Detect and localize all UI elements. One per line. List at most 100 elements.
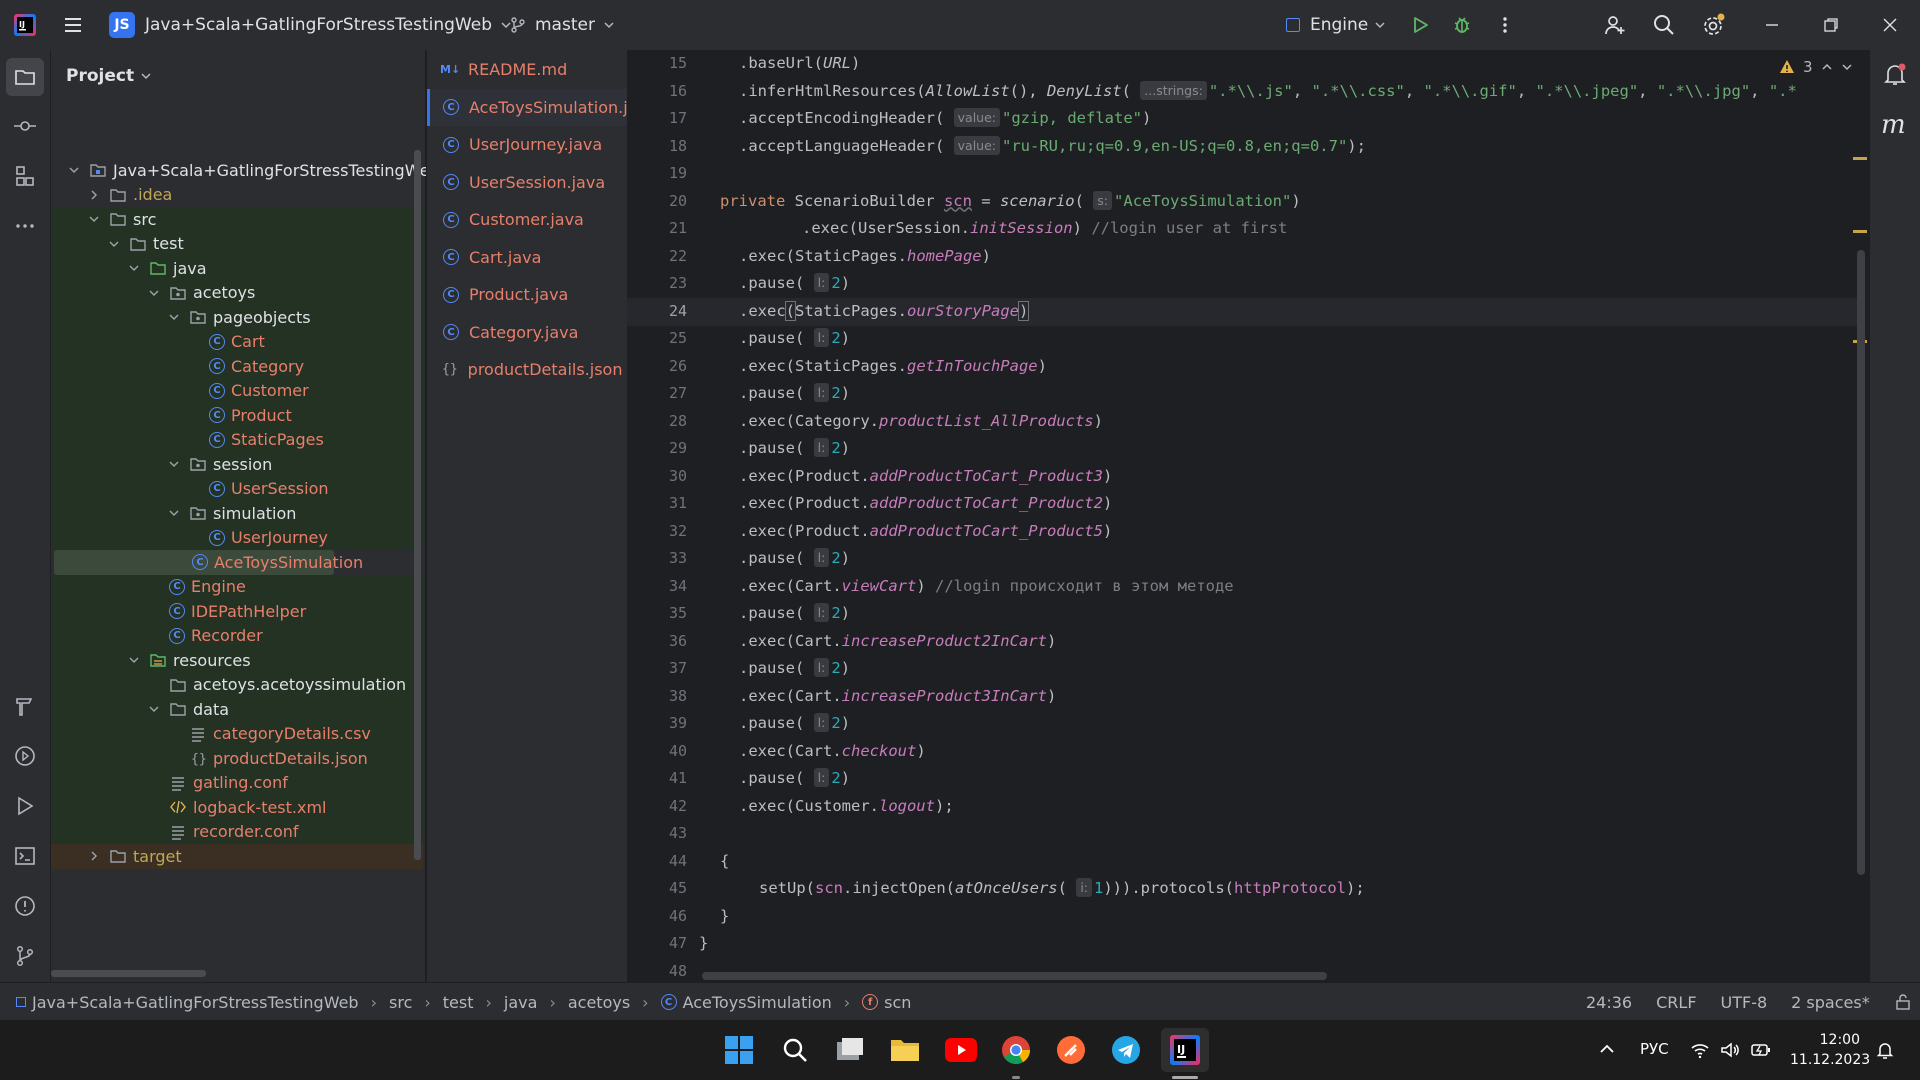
editor-vertical-scrollbar[interactable] xyxy=(1857,250,1865,875)
line-number[interactable]: 41 xyxy=(627,765,687,793)
tree-item-category[interactable]: C Category xyxy=(51,354,423,379)
add-user-button[interactable] xyxy=(1603,0,1627,50)
run-tool-icon[interactable] xyxy=(13,794,37,818)
chevron-down-icon[interactable] xyxy=(107,237,121,251)
tab-product-java[interactable]: C Product.java xyxy=(427,276,627,313)
task-view-icon[interactable] xyxy=(830,1030,870,1070)
system-tray[interactable] xyxy=(1690,1040,1772,1060)
line-number[interactable]: 31 xyxy=(627,490,687,518)
chevron-down-icon[interactable] xyxy=(127,261,141,275)
line-number[interactable]: 24 xyxy=(627,298,687,326)
tree-item-idepathhelper[interactable]: C IDEPathHelper xyxy=(51,599,423,624)
line-number[interactable]: 28 xyxy=(627,408,687,436)
git-icon[interactable] xyxy=(13,944,37,968)
warning-stripe-mark[interactable] xyxy=(1853,157,1867,160)
input-language[interactable]: РУС xyxy=(1640,1040,1669,1058)
terminal-icon[interactable] xyxy=(13,844,37,868)
chevron-down-icon[interactable] xyxy=(1841,61,1853,73)
notifications-bell-icon[interactable] xyxy=(1882,62,1908,88)
line-number[interactable]: 34 xyxy=(627,573,687,601)
line-number[interactable]: 42 xyxy=(627,793,687,821)
main-menu-icon[interactable] xyxy=(62,0,84,50)
chevron-down-icon[interactable] xyxy=(167,506,181,520)
line-number[interactable]: 17 xyxy=(627,105,687,133)
chevron-down-icon[interactable] xyxy=(167,457,181,471)
breadcrumb-item[interactable]: f scn xyxy=(862,993,911,1012)
debug-button[interactable] xyxy=(1451,0,1473,50)
breadcrumb-item[interactable]: C AceToysSimulation xyxy=(660,993,832,1012)
line-number[interactable]: 36 xyxy=(627,628,687,656)
project-panel-header[interactable]: Project xyxy=(66,66,152,86)
tree-item-resources[interactable]: resources xyxy=(51,648,423,673)
build-hammer-icon[interactable] xyxy=(13,694,37,718)
line-number[interactable]: 43 xyxy=(627,820,687,848)
tree-item-acetoys[interactable]: acetoys xyxy=(51,280,423,305)
file-explorer-icon[interactable] xyxy=(885,1030,925,1070)
minimize-button[interactable] xyxy=(1763,0,1781,50)
intellij-taskbar-icon[interactable]: IJ xyxy=(1161,1028,1209,1072)
line-ending[interactable]: CRLF xyxy=(1656,993,1696,1012)
warning-stripe-mark[interactable] xyxy=(1853,230,1867,233)
tab-cart-java[interactable]: C Cart.java xyxy=(427,239,627,276)
line-number[interactable]: 18 xyxy=(627,133,687,161)
caret-position[interactable]: 24:36 xyxy=(1586,993,1632,1012)
file-encoding[interactable]: UTF-8 xyxy=(1721,993,1768,1012)
tree-item-userjourney[interactable]: C UserJourney xyxy=(51,525,423,550)
tab-usersession-java[interactable]: C UserSession.java xyxy=(427,164,627,201)
tree-item-product[interactable]: C Product xyxy=(51,403,423,428)
chevron-right-icon[interactable] xyxy=(87,188,101,202)
run-config-selector[interactable]: Engine xyxy=(1286,0,1386,50)
postman-icon[interactable] xyxy=(1051,1030,1091,1070)
tab-category-java[interactable]: C Category.java xyxy=(427,314,627,351)
tree-item-session[interactable]: session xyxy=(51,452,423,477)
branch-switcher[interactable]: master xyxy=(509,0,615,50)
tree-item-pageobjects[interactable]: pageobjects xyxy=(51,305,423,330)
tree-item-acetoys-acetoyssimulation[interactable]: acetoys.acetoyssimulation xyxy=(51,672,423,697)
chevron-down-icon[interactable] xyxy=(127,653,141,667)
tab-userjourney-java[interactable]: C UserJourney.java xyxy=(427,126,627,163)
project-tool-button[interactable] xyxy=(6,58,44,96)
tab-acetoyssimulation-java[interactable]: C AceToysSimulation.java xyxy=(427,88,630,126)
code-editor[interactable]: 15 16 17 18 19 20 21 22 23 24 25 26 27 28 29 30 31 32 33 34… xyxy=(627,50,1869,982)
line-number[interactable]: 35 xyxy=(627,600,687,628)
tree-item-src[interactable]: src xyxy=(51,207,423,232)
tree-item-idea[interactable]: .idea xyxy=(51,183,423,208)
line-number[interactable]: 20 xyxy=(627,188,687,216)
tree-item-acetoyssimulation[interactable]: C AceToysSimulation xyxy=(54,550,363,575)
telegram-icon[interactable] xyxy=(1106,1030,1146,1070)
chevron-right-icon[interactable] xyxy=(87,849,101,863)
tree-item-java-scala-gatlingforstresstestingweb[interactable]: Java+Scala+GatlingForStressTestingWeb xyxy=(51,158,440,183)
notification-center-icon[interactable] xyxy=(1875,1040,1895,1060)
line-number[interactable]: 30 xyxy=(627,463,687,491)
search-everywhere-button[interactable] xyxy=(1652,0,1676,50)
taskbar-search-icon[interactable] xyxy=(775,1030,815,1070)
tree-item-productdetails-json[interactable]: {} productDetails.json xyxy=(51,746,423,771)
windows-start-icon[interactable] xyxy=(719,1030,759,1070)
chevron-down-icon[interactable] xyxy=(147,286,161,300)
tree-item-recorder-conf[interactable]: recorder.conf xyxy=(51,819,423,844)
line-number[interactable]: 39 xyxy=(627,710,687,738)
chevron-down-icon[interactable] xyxy=(167,310,181,324)
tree-item-categorydetails-csv[interactable]: categoryDetails.csv xyxy=(51,721,423,746)
tree-item-simulation[interactable]: simulation xyxy=(51,501,423,526)
problems-icon[interactable] xyxy=(13,894,37,918)
tab-customer-java[interactable]: C Customer.java xyxy=(427,201,627,238)
tree-vertical-scrollbar[interactable] xyxy=(414,150,421,860)
line-number[interactable]: 29 xyxy=(627,435,687,463)
line-number[interactable]: 32 xyxy=(627,518,687,546)
line-number[interactable]: 45 xyxy=(627,875,687,903)
project-switcher[interactable]: JS Java+Scala+GatlingForStressTestingWeb xyxy=(109,0,512,50)
commit-icon[interactable] xyxy=(13,114,37,138)
tree-item-logback-test-xml[interactable]: logback-test.xml xyxy=(51,795,423,820)
line-number[interactable]: 26 xyxy=(627,353,687,381)
tree-item-engine[interactable]: C Engine xyxy=(51,574,423,599)
maven-icon[interactable]: m xyxy=(1881,110,1906,140)
line-number[interactable]: 23 xyxy=(627,270,687,298)
line-number[interactable]: 38 xyxy=(627,683,687,711)
line-number[interactable]: 21 xyxy=(627,215,687,243)
line-number[interactable]: 48 xyxy=(627,958,687,983)
line-number[interactable]: 25 xyxy=(627,325,687,353)
tray-overflow-chevron-up-icon[interactable] xyxy=(1598,1040,1616,1058)
line-number[interactable]: 40 xyxy=(627,738,687,766)
chevron-up-icon[interactable] xyxy=(1821,61,1833,73)
